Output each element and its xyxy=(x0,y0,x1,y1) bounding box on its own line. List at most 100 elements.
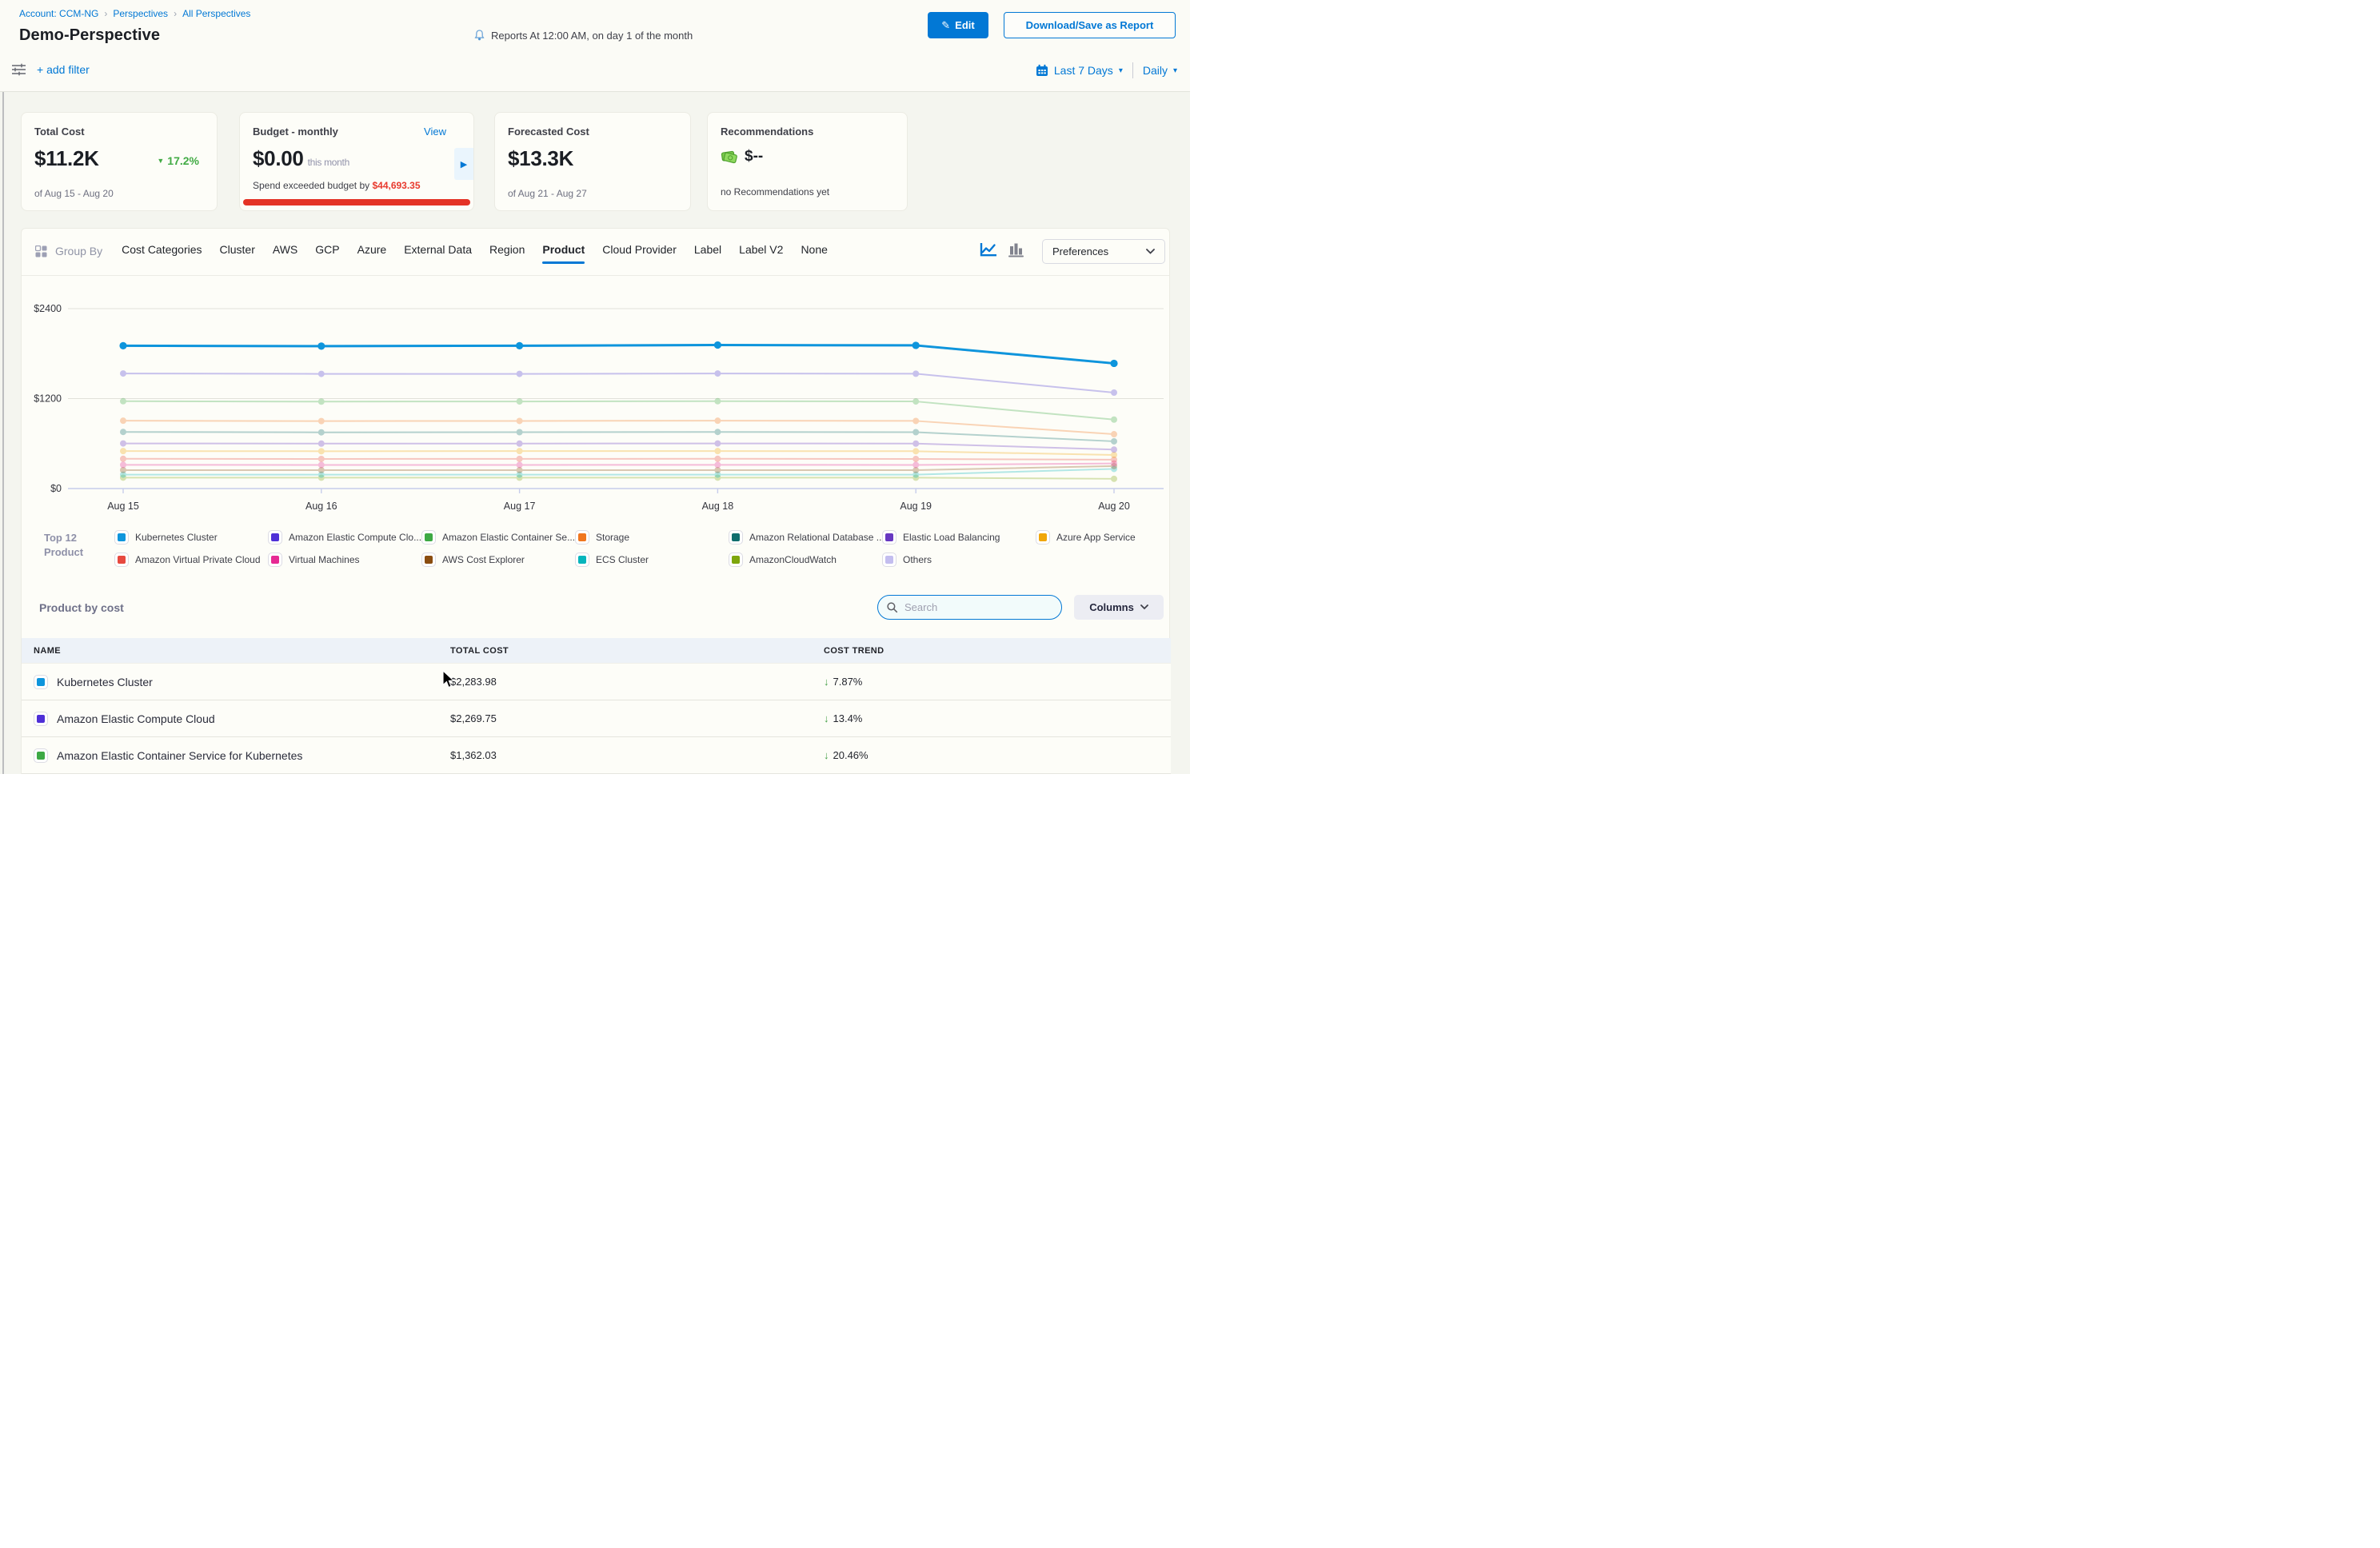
reports-note-text: Reports At 12:00 AM, on day 1 of the mon… xyxy=(491,30,693,42)
groupby-tab-cluster[interactable]: Cluster xyxy=(220,243,255,259)
groupby-tab-gcp[interactable]: GCP xyxy=(315,243,339,259)
triangle-down-icon: ▼ xyxy=(157,157,164,165)
legend-item-amazon-relational-database[interactable]: Amazon Relational Database ... xyxy=(729,530,882,545)
groupby-tab-region[interactable]: Region xyxy=(489,243,525,259)
search-icon xyxy=(886,601,898,613)
legend-item-amazon-virtual-private-cloud[interactable]: Amazon Virtual Private Cloud xyxy=(114,553,268,567)
total-cost-value: $11.2K xyxy=(34,146,99,171)
legend-item-virtual-machines[interactable]: Virtual Machines xyxy=(268,553,421,567)
groupby-tab-azure[interactable]: Azure xyxy=(357,243,387,259)
legend-item-label: Azure App Service xyxy=(1056,532,1136,543)
legend-swatch xyxy=(882,530,896,545)
table-row-amazon-elastic-compute-cloud[interactable]: Amazon Elastic Compute Cloud$2,269.75↓13… xyxy=(22,700,1171,737)
groupby-tab-aws[interactable]: AWS xyxy=(273,243,298,259)
legend-swatch xyxy=(268,530,282,545)
groupby-tab-product[interactable]: Product xyxy=(542,243,585,259)
preferences-dropdown[interactable]: Preferences xyxy=(1042,239,1165,264)
svg-text:Aug 20: Aug 20 xyxy=(1098,501,1130,512)
edit-button[interactable]: ✎ Edit xyxy=(928,12,988,38)
table-header-total-cost[interactable]: TOTAL COST xyxy=(450,646,824,656)
legend-item-elastic-load-balancing[interactable]: Elastic Load Balancing xyxy=(882,530,1036,545)
svg-text:Aug 15: Aug 15 xyxy=(107,501,139,512)
total-cost-delta: ▼ 17.2% xyxy=(157,154,199,167)
perspective-main-panel: Group By Cost Categories Cluster AWS GCP Azu… xyxy=(21,228,1170,774)
legend-item-label: Others xyxy=(903,554,932,565)
perspective-page: Account: CCM-NG › Perspectives › All Per… xyxy=(0,0,1190,774)
granularity-select[interactable]: Daily ▾ xyxy=(1143,64,1177,77)
legend-title: Top 12 Product xyxy=(44,531,83,560)
legend-item-amazoncloudwatch[interactable]: AmazonCloudWatch xyxy=(729,553,882,567)
legend-swatch xyxy=(114,553,129,567)
date-range-select[interactable]: Last 7 Days ▾ xyxy=(1036,64,1123,77)
chart-series-azure-app-service xyxy=(120,448,1117,458)
breadcrumb-account[interactable]: Account: CCM-NG xyxy=(19,8,98,19)
chart-series-virtual-machines xyxy=(120,461,1117,469)
row-name: Amazon Elastic Container Service for Kub… xyxy=(57,749,302,762)
row-color-swatch xyxy=(34,675,48,689)
chart-series-ecs-cluster xyxy=(120,465,1117,477)
table-header-cost-trend[interactable]: COST TREND xyxy=(824,646,1171,656)
legend-item-storage[interactable]: Storage xyxy=(575,530,729,545)
table-header-name[interactable]: NAME xyxy=(34,646,450,656)
legend-item-others[interactable]: Others xyxy=(882,553,1036,567)
chevron-down-icon: ▾ xyxy=(1119,66,1123,75)
legend-item-amazon-elastic-container-se[interactable]: Amazon Elastic Container Se... xyxy=(421,530,575,545)
table-row-amazon-elastic-container-service-for-kubernetes[interactable]: Amazon Elastic Container Service for Kub… xyxy=(22,737,1171,774)
money-icon xyxy=(721,149,738,165)
download-save-report-button[interactable]: Download/Save as Report xyxy=(1004,12,1176,38)
legend-item-kubernetes-cluster[interactable]: Kubernetes Cluster xyxy=(114,530,268,545)
budget-exceeded-text: Spend exceeded budget by xyxy=(253,180,369,191)
columns-dropdown[interactable]: Columns xyxy=(1074,595,1164,620)
legend-item-azure-app-service[interactable]: Azure App Service xyxy=(1036,530,1189,545)
groupby-tab-label-v2[interactable]: Label V2 xyxy=(739,243,783,259)
date-range-label: Last 7 Days xyxy=(1054,64,1113,77)
chart-series-amazon-elastic-container-service-for-kubernetes xyxy=(120,398,1117,423)
budget-value-suffix: this month xyxy=(308,157,349,168)
page-title: Demo-Perspective xyxy=(19,26,160,45)
breadcrumb-all-perspectives[interactable]: All Perspectives xyxy=(182,8,250,19)
legend-item-amazon-elastic-compute-clo[interactable]: Amazon Elastic Compute Clo... xyxy=(268,530,421,545)
groupby-tab-label[interactable]: Label xyxy=(694,243,721,259)
legend-swatch xyxy=(114,530,129,545)
row-cost-trend: 20.46% xyxy=(833,749,869,761)
breadcrumb-perspectives[interactable]: Perspectives xyxy=(113,8,168,19)
calendar-icon xyxy=(1036,64,1048,77)
total-cost-card: Total Cost $11.2K ▼ 17.2% of Aug 15 - Au… xyxy=(21,112,218,211)
groupby-tab-none[interactable]: None xyxy=(801,243,827,259)
legend-swatch xyxy=(421,530,436,545)
search-input[interactable] xyxy=(903,600,1053,614)
budget-view-link[interactable]: View xyxy=(424,126,446,138)
groupby-tab-external-data[interactable]: External Data xyxy=(404,243,472,259)
row-name: Amazon Elastic Compute Cloud xyxy=(57,712,215,725)
bar-chart-icon[interactable] xyxy=(1008,242,1024,261)
row-name: Kubernetes Cluster xyxy=(57,676,153,688)
legend-swatch xyxy=(729,530,743,545)
budget-exceeded-amount: $44,693.35 xyxy=(372,180,420,191)
recommendations-value: $-- xyxy=(745,148,763,166)
groupby-label: Group By xyxy=(55,245,102,257)
divider xyxy=(1132,62,1133,78)
grid-icon xyxy=(35,245,47,257)
play-icon: ▶ xyxy=(461,159,467,170)
table-search[interactable] xyxy=(877,595,1062,620)
forecasted-cost-card: Forecasted Cost $13.3K of Aug 21 - Aug 2… xyxy=(494,112,691,211)
groupby-bar: Group By Cost Categories Cluster AWS GCP Azu… xyxy=(22,229,1169,276)
legend-item-aws-cost-explorer[interactable]: AWS Cost Explorer xyxy=(421,553,575,567)
groupby-tabs: Cost Categories Cluster AWS GCP Azure Externa… xyxy=(122,243,828,259)
table-row-kubernetes-cluster[interactable]: Kubernetes Cluster$2,283.98↓7.87% xyxy=(22,663,1171,700)
line-chart-icon[interactable] xyxy=(980,242,998,261)
legend-item-label: Amazon Relational Database ... xyxy=(749,532,885,543)
total-cost-period: of Aug 15 - Aug 20 xyxy=(34,188,114,199)
breadcrumb-separator-icon: › xyxy=(174,8,177,19)
cost-line-chart-svg: $0$1200$2400Aug 15Aug 16Aug 17Aug 18Aug … xyxy=(22,293,1171,526)
row-color-swatch xyxy=(34,712,48,726)
groupby-tab-cost-categories[interactable]: Cost Categories xyxy=(122,243,202,259)
legend-item-ecs-cluster[interactable]: ECS Cluster xyxy=(575,553,729,567)
card-carousel-next-button[interactable]: ▶ xyxy=(454,148,473,180)
filter-sliders-icon[interactable] xyxy=(11,62,26,81)
chart-type-toggle xyxy=(980,242,1024,261)
budget-card: Budget - monthly View $0.00this month Sp… xyxy=(239,112,474,211)
add-filter-button[interactable]: + add filter xyxy=(37,63,90,76)
groupby-tab-cloud-provider[interactable]: Cloud Provider xyxy=(602,243,677,259)
budget-value: $0.00this month xyxy=(253,146,349,171)
